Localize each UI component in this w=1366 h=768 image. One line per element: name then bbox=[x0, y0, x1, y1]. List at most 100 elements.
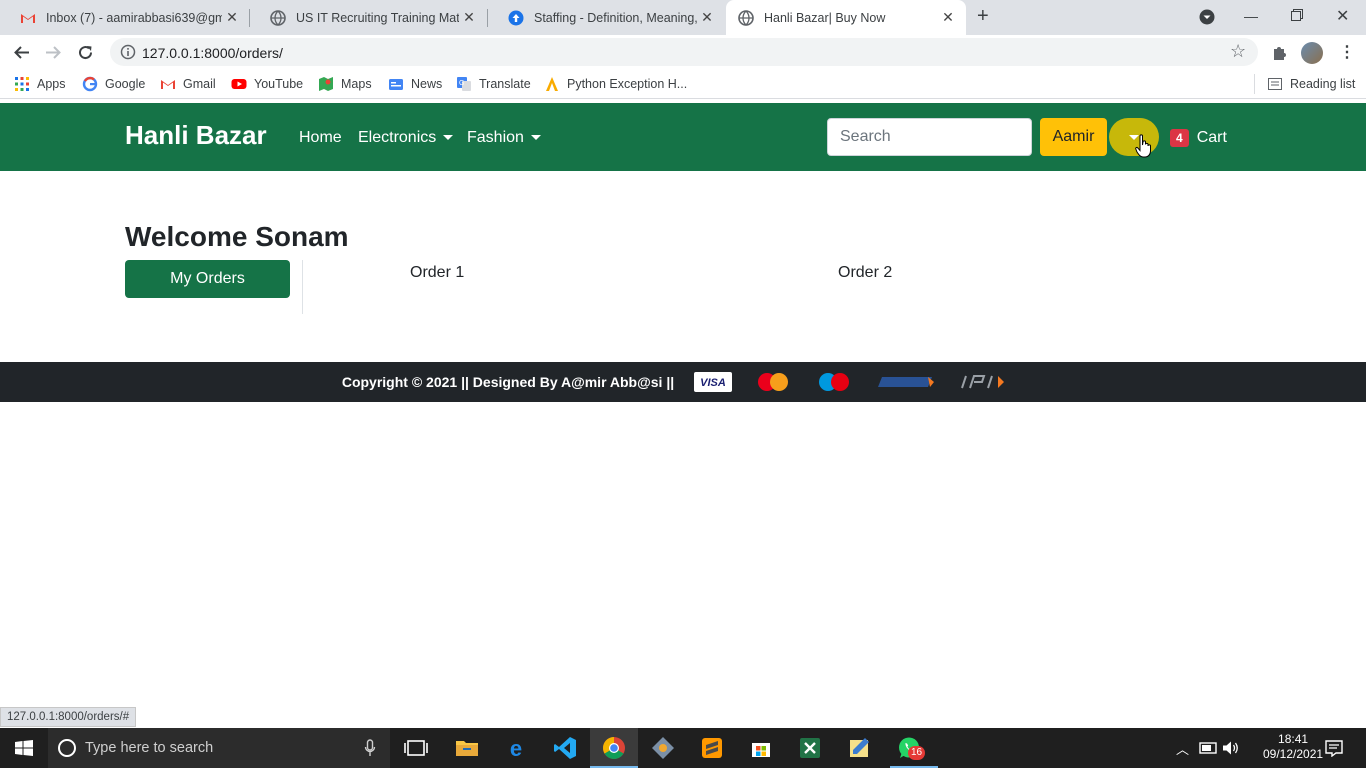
tab-search-icon[interactable] bbox=[1199, 9, 1215, 25]
tab-recruiting[interactable]: US IT Recruiting Training Materia ✕ bbox=[250, 0, 487, 35]
reading-list-label: Reading list bbox=[1290, 77, 1356, 91]
bookmark-gmail[interactable]: Gmail bbox=[160, 76, 216, 92]
bookmark-translate[interactable]: G Translate bbox=[456, 76, 531, 92]
bookmark-label: YouTube bbox=[254, 77, 304, 91]
profile-avatar[interactable] bbox=[1301, 42, 1323, 64]
caret-down-icon bbox=[443, 135, 454, 141]
upload-circle-icon bbox=[508, 10, 524, 25]
upi-icon bbox=[961, 375, 1005, 389]
close-tab-icon[interactable]: ✕ bbox=[938, 9, 958, 26]
vscode-icon[interactable] bbox=[553, 736, 577, 760]
tab-title: Staffing - Definition, Meaning, Fu bbox=[534, 10, 697, 25]
maps-icon bbox=[319, 77, 333, 91]
search-input[interactable] bbox=[827, 118, 1032, 156]
microphone-icon[interactable] bbox=[364, 739, 376, 757]
new-tab-icon[interactable]: + bbox=[977, 5, 989, 28]
forward-icon[interactable] bbox=[45, 44, 62, 61]
bookmark-label: News bbox=[411, 77, 443, 91]
file-explorer-icon[interactable] bbox=[455, 736, 479, 760]
bookmark-star-icon[interactable]: ☆ bbox=[1230, 41, 1246, 62]
browser-tab-strip: Inbox (7) - aamirabbasi639@gm ✕ US IT Re… bbox=[0, 0, 1366, 35]
back-icon[interactable] bbox=[13, 44, 30, 61]
nav-home[interactable]: Home bbox=[299, 129, 342, 147]
nav-electronics-label: Electronics bbox=[358, 129, 437, 146]
close-tab-icon[interactable]: ✕ bbox=[697, 9, 717, 26]
clock[interactable]: 18:41 09/12/2021 bbox=[1263, 732, 1323, 762]
cortana-icon bbox=[58, 739, 76, 757]
bookmark-python-exception[interactable]: Python Exception H... bbox=[544, 76, 687, 92]
divider bbox=[302, 260, 303, 314]
tab-title: Inbox (7) - aamirabbasi639@gm bbox=[46, 10, 222, 25]
my-orders-button[interactable]: My Orders bbox=[125, 260, 290, 298]
whatsapp-taskbar[interactable]: 16 bbox=[890, 728, 938, 768]
close-tab-icon[interactable]: ✕ bbox=[222, 9, 242, 26]
apps-grid-icon bbox=[15, 77, 29, 91]
bookmark-youtube[interactable]: YouTube bbox=[231, 76, 303, 92]
show-hidden-icons-chevron-icon[interactable]: ︿ bbox=[1176, 739, 1189, 758]
bookmark-label: Maps bbox=[341, 77, 372, 91]
sublime-text-icon[interactable] bbox=[700, 736, 724, 760]
windows-taskbar: Type here to search e 16 ︿ 18:41 09/12/2… bbox=[0, 728, 1366, 768]
taskbar-search-placeholder: Type here to search bbox=[85, 740, 214, 756]
close-tab-icon[interactable]: ✕ bbox=[459, 9, 479, 26]
git-tools-icon[interactable] bbox=[651, 736, 675, 760]
browser-toolbar: 127.0.0.1:8000/orders/ ☆ ⋮ bbox=[0, 35, 1366, 69]
tab-gmail[interactable]: Inbox (7) - aamirabbasi639@gm ✕ bbox=[0, 0, 250, 35]
bookmarks-bar: Apps Google Gmail YouTube Maps News G Tr… bbox=[0, 69, 1366, 99]
welcome-heading: Welcome Sonam bbox=[125, 221, 349, 252]
bookmark-google[interactable]: Google bbox=[82, 76, 145, 92]
restore-icon[interactable] bbox=[1291, 9, 1303, 21]
address-bar[interactable]: 127.0.0.1:8000/orders/ ☆ bbox=[110, 38, 1258, 66]
maestro-icon bbox=[819, 373, 850, 391]
notepad-icon[interactable] bbox=[847, 736, 871, 760]
microsoft-store-icon[interactable] bbox=[749, 736, 773, 760]
order-item[interactable]: Order 2 bbox=[838, 264, 892, 282]
taskbar-search[interactable]: Type here to search bbox=[48, 728, 390, 768]
menu-kebab-icon[interactable]: ⋮ bbox=[1339, 42, 1355, 62]
reading-list[interactable]: Reading list bbox=[1267, 76, 1355, 92]
caret-down-icon bbox=[530, 135, 541, 141]
site-footer: Copyright © 2021 || Designed By A@mir Ab… bbox=[0, 362, 1366, 402]
main-content: Welcome Sonam My Orders Order 1 Order 2 bbox=[0, 171, 1366, 362]
task-view-icon[interactable] bbox=[404, 736, 428, 760]
gmail-icon bbox=[161, 80, 175, 89]
excel-icon[interactable] bbox=[798, 736, 822, 760]
translate-icon: G bbox=[457, 77, 471, 91]
bookmark-label: Apps bbox=[37, 77, 66, 91]
gmail-icon bbox=[21, 13, 35, 23]
network-icon[interactable] bbox=[1199, 741, 1217, 755]
info-icon[interactable] bbox=[120, 44, 136, 60]
reading-list-icon bbox=[1268, 78, 1282, 90]
chrome-taskbar-active[interactable] bbox=[590, 728, 638, 768]
bookmark-news[interactable]: News bbox=[388, 76, 442, 92]
bookmark-label: Python Exception H... bbox=[567, 77, 688, 91]
brand-logo[interactable]: Hanli Bazar bbox=[125, 120, 267, 151]
tab-hanli-bazar[interactable]: Hanli Bazar| Buy Now ✕ bbox=[726, 0, 966, 35]
extensions-icon[interactable] bbox=[1271, 44, 1288, 61]
minimize-icon[interactable]: — bbox=[1244, 8, 1258, 24]
tab-staffing[interactable]: Staffing - Definition, Meaning, Fu ✕ bbox=[488, 0, 725, 35]
bookmark-label: Google bbox=[105, 77, 146, 91]
nav-fashion-dropdown[interactable]: Fashion bbox=[467, 129, 541, 147]
volume-icon[interactable] bbox=[1222, 740, 1240, 756]
close-window-icon[interactable]: ✕ bbox=[1336, 6, 1349, 26]
google-icon bbox=[82, 76, 98, 92]
svg-text:VISA: VISA bbox=[700, 377, 726, 389]
nav-electronics-dropdown[interactable]: Electronics bbox=[358, 129, 454, 147]
rupay-icon bbox=[878, 377, 935, 387]
bookmark-maps[interactable]: Maps bbox=[318, 76, 372, 92]
action-center-icon[interactable] bbox=[1325, 739, 1343, 757]
cart-link[interactable]: 4 Cart bbox=[1170, 129, 1227, 147]
svg-text:e: e bbox=[510, 736, 522, 760]
bookmark-apps[interactable]: Apps bbox=[14, 76, 66, 92]
edge-legacy-icon[interactable]: e bbox=[504, 736, 528, 760]
windows-start-icon[interactable] bbox=[15, 740, 33, 756]
user-button[interactable]: Aamir bbox=[1040, 118, 1107, 156]
bookmark-label: Translate bbox=[479, 77, 531, 91]
cart-label: Cart bbox=[1196, 129, 1227, 146]
reload-icon[interactable] bbox=[77, 44, 94, 61]
news-icon bbox=[389, 79, 403, 90]
status-bar-url: 127.0.0.1:8000/orders/# bbox=[0, 707, 137, 727]
youtube-icon bbox=[231, 79, 247, 89]
order-item[interactable]: Order 1 bbox=[410, 264, 464, 282]
